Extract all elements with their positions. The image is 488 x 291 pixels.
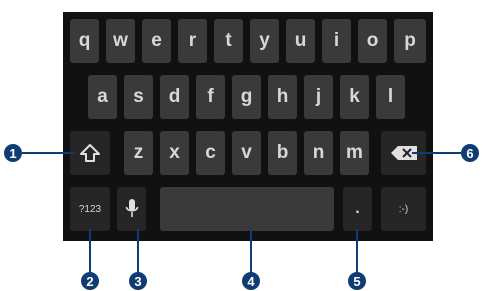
enter-key-label: :-) <box>398 203 409 215</box>
key-label: x <box>169 142 180 163</box>
key-label: r <box>188 30 197 51</box>
callout-3: 3 <box>129 272 147 290</box>
key-label: b <box>276 142 289 163</box>
key-r[interactable]: r <box>178 19 207 63</box>
key-label: a <box>97 86 108 107</box>
key-label: c <box>205 142 216 163</box>
voice-input-key[interactable] <box>117 187 146 231</box>
key-a[interactable]: a <box>88 75 117 119</box>
key-v[interactable]: v <box>232 131 261 175</box>
callout-line-3 <box>137 229 139 274</box>
key-f[interactable]: f <box>196 75 225 119</box>
key-label: q <box>78 30 91 51</box>
key-b[interactable]: b <box>268 131 297 175</box>
callout-2: 2 <box>81 272 99 290</box>
key-g[interactable]: g <box>232 75 261 119</box>
callout-5: 5 <box>348 272 366 290</box>
period-key-label: . <box>355 200 360 217</box>
key-w[interactable]: w <box>106 19 135 63</box>
key-label: f <box>207 86 214 107</box>
key-e[interactable]: e <box>142 19 171 63</box>
callout-line-2 <box>89 229 91 274</box>
key-label: d <box>168 86 181 107</box>
key-label: u <box>294 30 307 51</box>
key-o[interactable]: o <box>358 19 387 63</box>
period-key[interactable]: . <box>343 187 372 231</box>
key-l[interactable]: l <box>376 75 405 119</box>
key-label: e <box>151 30 162 51</box>
key-j[interactable]: j <box>304 75 333 119</box>
symbols-key-label: ?123 <box>78 203 102 215</box>
key-label: m <box>346 142 363 163</box>
shift-arrow-icon <box>80 144 100 162</box>
key-p[interactable]: p <box>394 19 426 63</box>
key-label: v <box>241 142 252 163</box>
microphone-icon <box>125 199 138 217</box>
key-label: w <box>113 30 128 51</box>
key-label: i <box>333 30 340 51</box>
callout-line-1 <box>22 152 75 154</box>
shift-key[interactable] <box>70 131 110 175</box>
key-s[interactable]: s <box>124 75 153 119</box>
key-x[interactable]: x <box>160 131 189 175</box>
key-h[interactable]: h <box>268 75 297 119</box>
key-m[interactable]: m <box>340 131 369 175</box>
key-u[interactable]: u <box>286 19 315 63</box>
key-d[interactable]: d <box>160 75 189 119</box>
callout-6: 6 <box>461 144 479 162</box>
callout-line-5 <box>356 229 358 274</box>
key-label: j <box>315 86 322 107</box>
callout-line-4 <box>250 229 252 274</box>
key-n[interactable]: n <box>304 131 333 175</box>
key-label: y <box>259 30 270 51</box>
key-label: t <box>225 30 232 51</box>
key-label: h <box>276 86 289 107</box>
symbols-key[interactable]: ?123 <box>70 187 110 231</box>
key-label: n <box>312 142 325 163</box>
key-y[interactable]: y <box>250 19 279 63</box>
key-label: g <box>240 86 253 107</box>
key-label: s <box>133 86 144 107</box>
key-c[interactable]: c <box>196 131 225 175</box>
key-i[interactable]: i <box>322 19 351 63</box>
callout-4: 4 <box>242 272 260 290</box>
callout-line-6 <box>412 152 462 154</box>
key-label: k <box>349 86 360 107</box>
key-label: l <box>387 86 394 107</box>
enter-key[interactable]: :-) <box>381 187 426 231</box>
key-t[interactable]: t <box>214 19 243 63</box>
callout-1: 1 <box>4 144 22 162</box>
key-label: p <box>404 30 416 51</box>
key-label: z <box>133 142 144 163</box>
key-q[interactable]: q <box>70 19 99 63</box>
space-bar[interactable] <box>160 187 334 231</box>
key-z[interactable]: z <box>124 131 153 175</box>
key-k[interactable]: k <box>340 75 369 119</box>
keyboard: q w e r t y u i o p a s d f g h j k l z … <box>63 12 433 241</box>
key-label: o <box>366 30 379 51</box>
